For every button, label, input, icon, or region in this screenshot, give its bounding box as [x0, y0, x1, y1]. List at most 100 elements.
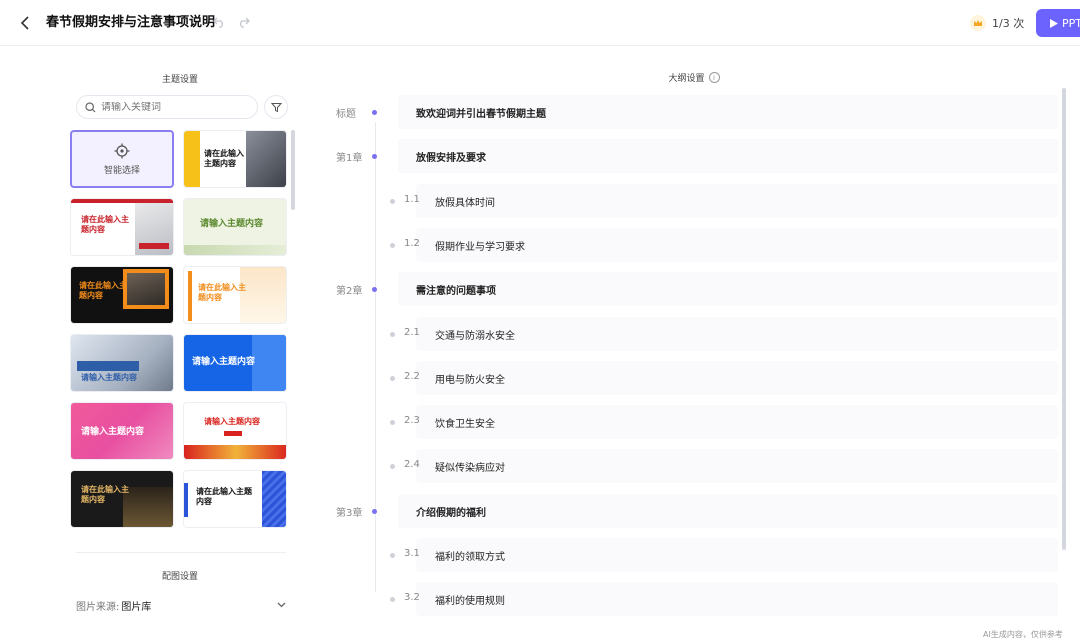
outline-row-label: 第3章 [336, 507, 363, 519]
card-decor [139, 243, 169, 249]
outline-row-text[interactable]: 需注意的问题事项 [416, 282, 496, 297]
outline-row-text[interactable]: 假期作业与学习要求 [435, 238, 525, 253]
theme-card-10[interactable]: 请在此输入主题内容 [70, 470, 174, 528]
outline-row-text[interactable]: 交通与防溺水安全 [435, 327, 515, 342]
card-decor [262, 471, 286, 527]
image-source-label: 图片来源: [76, 601, 120, 613]
outline-section-row[interactable]: 3.2 福利的使用规则 [318, 579, 1058, 619]
outline-section-row[interactable]: 2.3 饮食卫生安全 [318, 402, 1058, 442]
panel-divider [76, 552, 286, 553]
outline-title-row[interactable]: 标题 致欢迎词并引出春节假期主题 [318, 92, 1058, 132]
outline-row-text[interactable]: 用电与防火安全 [435, 371, 505, 386]
theme-card-11[interactable]: 请在此输入主题内容 [183, 470, 287, 528]
card-photo [127, 273, 165, 305]
card-title: 请在此输入主题内容 [79, 281, 127, 300]
outline-section-row[interactable]: 1.1 放假具体时间 [318, 181, 1058, 221]
card-title: 请输入主题内容 [200, 219, 264, 229]
info-icon[interactable]: i [708, 72, 720, 83]
outline-row-text[interactable]: 福利的领取方式 [435, 548, 505, 563]
card-title: 请在此输入主题内容 [204, 149, 244, 168]
top-header: 春节假期安排与注意事项说明 1/3 次 PPT [0, 0, 1080, 46]
theme-card-7[interactable]: 请输入主题内容 [183, 334, 287, 392]
smart-select-card[interactable]: 智能选择 [70, 130, 174, 188]
card-title: 请输入主题内容 [81, 373, 137, 382]
card-decor [77, 361, 139, 371]
outline-row-field[interactable] [416, 405, 1058, 440]
card-decor [184, 131, 200, 187]
outline-dot [390, 464, 395, 470]
outline-row-text[interactable]: 介绍假期的福利 [416, 504, 486, 519]
outline-section-row[interactable]: 2.1 交通与防溺水安全 [318, 314, 1058, 354]
card-title: 请输入主题内容 [204, 417, 260, 426]
image-source-select[interactable]: 图片来源: 图片库 [76, 594, 286, 616]
outline-row-text[interactable]: 福利的使用规则 [435, 592, 505, 607]
generate-ppt-button[interactable]: PPT [1036, 9, 1080, 37]
theme-search-input[interactable] [101, 101, 251, 113]
outline-row-field[interactable] [416, 582, 1058, 617]
smart-select-label: 智能选择 [103, 165, 140, 176]
document-title[interactable]: 春节假期安排与注意事项说明 [46, 14, 215, 32]
outline-dot [372, 154, 377, 160]
back-arrow-icon[interactable] [16, 14, 34, 32]
ppt-button-label: PPT [1062, 16, 1080, 30]
outline-section-row[interactable]: 1.2 假期作业与学习要求 [318, 225, 1058, 265]
outline-row-label: 3.2 [404, 592, 420, 604]
outline-row-label: 2.4 [404, 459, 420, 471]
outline-dot [390, 420, 395, 426]
outline-row-field[interactable] [416, 183, 1058, 218]
outline-section-row[interactable]: 2.4 疑似传染病应对 [318, 446, 1058, 486]
outline-row-label: 2.3 [404, 415, 420, 427]
card-decor [184, 245, 286, 255]
theme-card-9[interactable]: 请输入主题内容 [183, 402, 287, 460]
outline-dot [390, 242, 395, 248]
outline-scrollbar[interactable] [1062, 88, 1066, 550]
theme-search-box[interactable] [76, 95, 258, 119]
outline-dot [390, 198, 395, 204]
search-icon [85, 101, 96, 112]
theme-card-5[interactable]: 请在此输入主题内容 [183, 266, 287, 324]
image-settings-title: 配图设置 [161, 572, 198, 582]
theme-card-2[interactable]: 请在此输入主题内容 [70, 198, 174, 256]
outline-row-field[interactable] [416, 538, 1058, 572]
outline-row-field[interactable] [398, 272, 1058, 307]
outline-heading-text: 大纲设置 [668, 74, 705, 84]
target-icon [114, 143, 130, 158]
card-decor [184, 445, 286, 459]
outline-chapter-row[interactable]: 第1章 放假安排及要求 [318, 136, 1058, 176]
outline-row-text[interactable]: 饮食卫生安全 [435, 415, 495, 430]
theme-card-8[interactable]: 请输入主题内容 [70, 402, 174, 460]
outline-row-label: 2.2 [404, 370, 420, 382]
outline-row-text[interactable]: 放假安排及要求 [416, 149, 486, 164]
image-source-value: 图片库 [121, 601, 152, 613]
theme-card-6[interactable]: 请输入主题内容 [70, 334, 174, 392]
theme-grid-scrollbar[interactable] [291, 130, 295, 210]
outline-row-text[interactable]: 疑似传染病应对 [435, 459, 505, 474]
outline-row-field[interactable] [398, 493, 1058, 528]
outline-row-field[interactable] [398, 139, 1058, 174]
outline-chapter-row[interactable]: 第2章 需注意的问题事项 [318, 269, 1058, 309]
outline-section-row[interactable]: 2.2 用电与防火安全 [318, 358, 1058, 398]
theme-card-3[interactable]: 请输入主题内容 [183, 198, 287, 256]
outline-dot [390, 375, 395, 381]
redo-icon[interactable] [236, 15, 250, 29]
outline-row-label: 3.1 [404, 548, 420, 559]
outline-row-text[interactable]: 致欢迎词并引出春节假期主题 [416, 105, 546, 120]
theme-card-1[interactable]: 请在此输入主题内容 [183, 130, 287, 188]
crown-icon [970, 15, 986, 31]
outline-dot [372, 508, 377, 514]
filter-button[interactable] [264, 95, 288, 119]
theme-card-4[interactable]: 请在此输入主题内容 [70, 266, 174, 324]
theme-template-grid: 智能选择 请在此输入主题内容 请在此输入主题内容 请输入主题内容 请在此输入主题… [70, 130, 290, 542]
outline-row-label: 第2章 [336, 286, 363, 298]
undo-icon[interactable] [212, 15, 226, 29]
outline-chapter-row[interactable]: 第3章 介绍假期的福利 [318, 491, 1058, 531]
outline-dot [390, 597, 395, 603]
card-title: 请在此输入主题内容 [81, 215, 129, 234]
card-photo [246, 131, 286, 187]
filter-icon [270, 102, 282, 112]
outline-row-text[interactable]: 放假具体时间 [435, 194, 495, 209]
outline-row-field[interactable] [416, 449, 1058, 484]
outline-section-row[interactable]: 3.1 福利的领取方式 [318, 535, 1058, 575]
outline-dot [390, 331, 395, 337]
outline-row-field[interactable] [416, 360, 1058, 395]
